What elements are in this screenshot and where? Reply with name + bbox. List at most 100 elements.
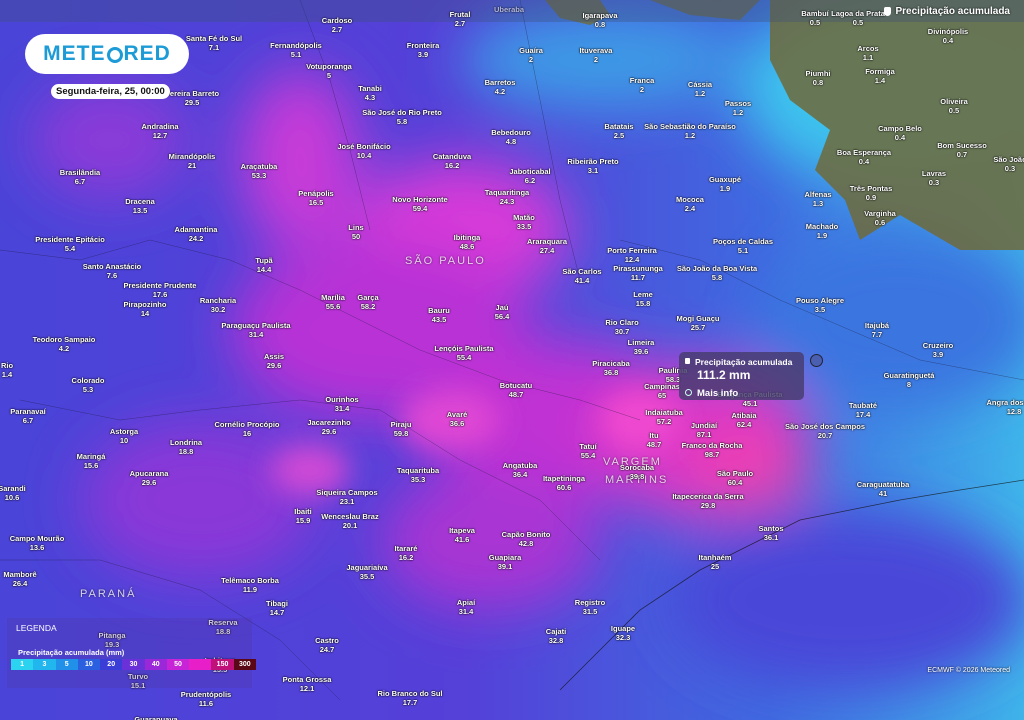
precipitation-map[interactable]: SÃO PAULO PARANÁ VARGEM MARTINS Cardoso 2… [0,0,1024,720]
city-name: Itapecerica da Serra [672,492,744,501]
city-label: Jacarezinho 29.6 [307,418,350,436]
city-label: Poços de Caldas 5.1 [713,237,773,255]
city-label: Araraquara 27.4 [527,237,567,255]
city-precip-value: 30.2 [210,305,226,314]
city-name: Dracena [125,197,155,206]
city-precip-value: 12.4 [624,255,640,264]
city-name: Apiaí [456,598,476,607]
city-label: Penápolis 16.5 [298,189,333,207]
city-name: Frutal [449,10,471,19]
city-name: Campo Belo [878,124,922,133]
city-label: Fronteira 3.9 [407,41,440,59]
popup-title: Precipitação acumulada [695,357,793,367]
city-label: Ponta Grossa 12.1 [283,675,332,693]
city-precip-value: 36.6 [449,419,465,428]
city-name: Barretos [484,78,516,87]
city-precip-value: 4.8 [505,137,517,146]
city-precip-value: 15.8 [635,299,651,308]
point-popup[interactable]: Precipitação acumulada 111.2 mm Mais inf… [679,352,804,400]
city-label: Barretos 4.2 [485,78,516,96]
city-name: Pereira Barreto [164,89,220,98]
city-precip-value: 41 [878,489,888,498]
layer-title[interactable]: Precipitação acumulada [883,6,1010,17]
city-name: Andradina [141,122,179,131]
city-precip-value: 26.4 [12,579,28,588]
city-label: Itanhaém 25 [699,553,732,571]
city-name: Guarapuava [134,715,178,720]
legend-step: 20 [100,659,123,670]
city-label: Dracena 13.5 [125,197,155,215]
city-precip-value: 2 [639,85,645,94]
legend-step: 1 [11,659,34,670]
city-name: Angra dos Reis [986,398,1024,407]
forecast-date[interactable]: Segunda-feira, 25, 00:00 [51,84,170,99]
legend-step: 150 [211,659,234,670]
city-label: Londrina 18.8 [170,438,202,456]
city-name: Araraquara [526,237,568,246]
city-name: Novo Horizonte [392,195,448,204]
city-label: São José dos Campos 20.7 [785,422,865,440]
city-precip-value: 32.3 [615,633,631,642]
city-name: Paraguaçu Paulista [221,321,291,330]
city-precip-value: 36.4 [512,470,528,479]
city-precip-value: 29.5 [184,98,200,107]
city-label: Andradina 12.7 [141,122,178,140]
city-name: Rio [0,361,14,370]
city-precip-value: 39.6 [633,347,649,356]
city-name: Jacarezinho [307,418,351,427]
city-precip-value: 60.6 [556,483,572,492]
city-precip-value: 0.9 [865,193,877,202]
city-label: Marília 55.6 [321,293,345,311]
city-name: Arcos [857,44,879,53]
city-precip-value: 1.4 [1,370,13,379]
city-label: José Bonifácio 10.4 [337,142,390,160]
city-label: Guarapuava [134,715,177,720]
city-label: Telêmaco Borba 11.9 [221,576,279,594]
city-label: Apiaí 31.4 [457,598,475,616]
city-label: Jundiaí 87.1 [691,421,717,439]
city-name: Penápolis [298,189,334,198]
city-label: Cardoso 2.7 [322,16,352,34]
city-precip-value: 24.2 [188,234,204,243]
city-precip-value: 59.4 [412,204,428,213]
more-info-link[interactable]: Mais info [697,388,738,399]
brand-name-post: RED [123,42,171,65]
city-name: Franca [629,76,655,85]
city-label: Itapetininga 60.6 [543,474,585,492]
location-marker[interactable] [810,354,823,367]
city-precip-value: 3.5 [814,305,826,314]
city-label: Guaxupé 1.9 [709,175,741,193]
city-label: Brasilândia 6.7 [60,168,100,186]
city-name: Formiga [865,67,895,76]
city-precip-value: 41.6 [454,535,470,544]
city-label: Astorga 10 [110,427,138,445]
city-label: São Paulo 60.4 [717,469,753,487]
city-label: Assis 29.6 [264,352,284,370]
city-label: São José do Rio Preto 5.8 [362,108,442,126]
city-precip-value: 1.9 [816,231,828,240]
city-label: Igarapava 0.8 [582,11,617,29]
city-label: Iguape 32.3 [611,624,635,642]
city-precip-value: 1.2 [694,89,706,98]
meteored-logo[interactable]: METE RED [25,34,189,74]
city-name: Ribeirão Preto [567,157,619,166]
city-label: Castro 24.7 [315,636,339,654]
city-name: Prudentópolis [180,690,232,699]
city-name: Votuporanga [306,62,352,71]
region-label: SÃO PAULO [405,255,486,267]
city-label: Lins 50 [348,223,363,241]
city-label: Arcos 1.1 [857,44,878,62]
city-label: Cajati 32.8 [546,627,566,645]
city-label: Tupã 14.4 [255,256,272,274]
city-label: São João da Boa Vista 5.8 [677,264,757,282]
legend-step: 3 [33,659,56,670]
city-precip-value: 0.4 [894,133,906,142]
city-precip-value: 41.4 [574,276,590,285]
city-name: Divinópolis [927,27,969,36]
legend-color-scale: 1 3 5 10 20 30 40 50 150 300 [11,659,256,670]
city-label: Ribeirão Preto 3.1 [567,157,618,175]
city-precip-value: 39.1 [497,562,513,571]
city-name: Campo Mourão [9,534,65,543]
city-label: Bauru 43.5 [428,306,450,324]
city-precip-value: 2.4 [684,204,696,213]
